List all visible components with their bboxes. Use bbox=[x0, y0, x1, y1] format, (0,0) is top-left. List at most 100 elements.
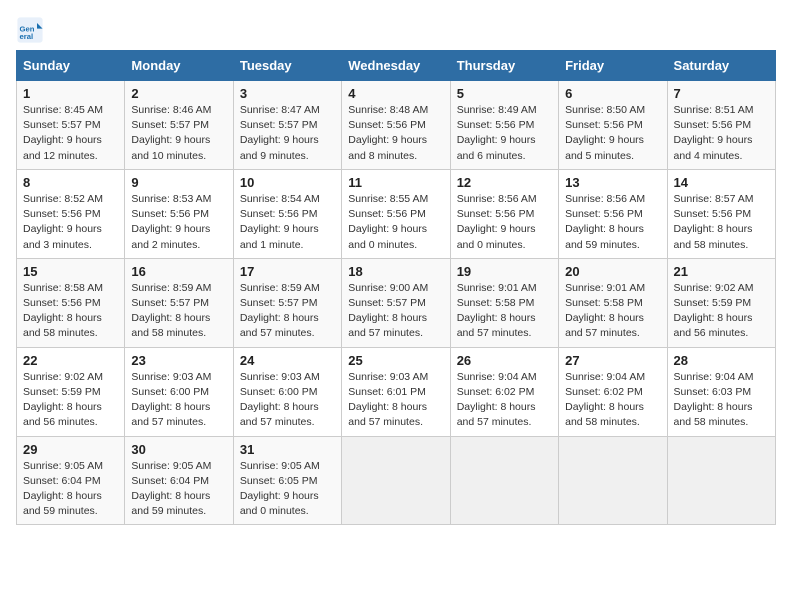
calendar-cell: 21 Sunrise: 9:02 AMSunset: 5:59 PMDaylig… bbox=[667, 258, 775, 347]
day-info: Sunrise: 8:54 AMSunset: 5:56 PMDaylight:… bbox=[240, 193, 320, 251]
calendar-week-3: 15 Sunrise: 8:58 AMSunset: 5:56 PMDaylig… bbox=[17, 258, 776, 347]
calendar-week-1: 1 Sunrise: 8:45 AMSunset: 5:57 PMDayligh… bbox=[17, 81, 776, 170]
calendar-cell: 18 Sunrise: 9:00 AMSunset: 5:57 PMDaylig… bbox=[342, 258, 450, 347]
day-info: Sunrise: 9:04 AMSunset: 6:02 PMDaylight:… bbox=[565, 371, 645, 429]
logo-icon: Gen eral bbox=[16, 16, 44, 44]
calendar-cell: 22 Sunrise: 9:02 AMSunset: 5:59 PMDaylig… bbox=[17, 347, 125, 436]
day-info: Sunrise: 9:04 AMSunset: 6:03 PMDaylight:… bbox=[674, 371, 754, 429]
calendar-cell: 14 Sunrise: 8:57 AMSunset: 5:56 PMDaylig… bbox=[667, 169, 775, 258]
calendar-cell: 4 Sunrise: 8:48 AMSunset: 5:56 PMDayligh… bbox=[342, 81, 450, 170]
weekday-header-saturday: Saturday bbox=[667, 51, 775, 81]
day-number: 31 bbox=[240, 442, 335, 457]
day-info: Sunrise: 8:57 AMSunset: 5:56 PMDaylight:… bbox=[674, 193, 754, 251]
day-info: Sunrise: 8:51 AMSunset: 5:56 PMDaylight:… bbox=[674, 104, 754, 162]
calendar-cell: 30 Sunrise: 9:05 AMSunset: 6:04 PMDaylig… bbox=[125, 436, 233, 525]
day-info: Sunrise: 8:52 AMSunset: 5:56 PMDaylight:… bbox=[23, 193, 103, 251]
calendar-week-2: 8 Sunrise: 8:52 AMSunset: 5:56 PMDayligh… bbox=[17, 169, 776, 258]
calendar-cell bbox=[667, 436, 775, 525]
calendar-cell: 5 Sunrise: 8:49 AMSunset: 5:56 PMDayligh… bbox=[450, 81, 558, 170]
calendar-cell: 7 Sunrise: 8:51 AMSunset: 5:56 PMDayligh… bbox=[667, 81, 775, 170]
day-number: 18 bbox=[348, 264, 443, 279]
calendar-cell: 28 Sunrise: 9:04 AMSunset: 6:03 PMDaylig… bbox=[667, 347, 775, 436]
day-info: Sunrise: 8:48 AMSunset: 5:56 PMDaylight:… bbox=[348, 104, 428, 162]
calendar-cell: 31 Sunrise: 9:05 AMSunset: 6:05 PMDaylig… bbox=[233, 436, 341, 525]
day-info: Sunrise: 9:05 AMSunset: 6:05 PMDaylight:… bbox=[240, 460, 320, 518]
day-number: 12 bbox=[457, 175, 552, 190]
day-number: 3 bbox=[240, 86, 335, 101]
day-number: 26 bbox=[457, 353, 552, 368]
day-info: Sunrise: 9:03 AMSunset: 6:00 PMDaylight:… bbox=[131, 371, 211, 429]
day-info: Sunrise: 8:58 AMSunset: 5:56 PMDaylight:… bbox=[23, 282, 103, 340]
day-number: 20 bbox=[565, 264, 660, 279]
calendar-cell: 12 Sunrise: 8:56 AMSunset: 5:56 PMDaylig… bbox=[450, 169, 558, 258]
day-number: 19 bbox=[457, 264, 552, 279]
calendar-cell: 3 Sunrise: 8:47 AMSunset: 5:57 PMDayligh… bbox=[233, 81, 341, 170]
day-info: Sunrise: 8:47 AMSunset: 5:57 PMDaylight:… bbox=[240, 104, 320, 162]
day-info: Sunrise: 9:02 AMSunset: 5:59 PMDaylight:… bbox=[674, 282, 754, 340]
day-info: Sunrise: 9:01 AMSunset: 5:58 PMDaylight:… bbox=[565, 282, 645, 340]
weekday-header-friday: Friday bbox=[559, 51, 667, 81]
calendar-cell: 25 Sunrise: 9:03 AMSunset: 6:01 PMDaylig… bbox=[342, 347, 450, 436]
day-number: 24 bbox=[240, 353, 335, 368]
calendar-cell bbox=[342, 436, 450, 525]
calendar-cell: 9 Sunrise: 8:53 AMSunset: 5:56 PMDayligh… bbox=[125, 169, 233, 258]
calendar-cell: 26 Sunrise: 9:04 AMSunset: 6:02 PMDaylig… bbox=[450, 347, 558, 436]
day-number: 25 bbox=[348, 353, 443, 368]
weekday-header-thursday: Thursday bbox=[450, 51, 558, 81]
calendar-header-row: SundayMondayTuesdayWednesdayThursdayFrid… bbox=[17, 51, 776, 81]
day-info: Sunrise: 9:05 AMSunset: 6:04 PMDaylight:… bbox=[131, 460, 211, 518]
day-number: 27 bbox=[565, 353, 660, 368]
calendar-cell: 11 Sunrise: 8:55 AMSunset: 5:56 PMDaylig… bbox=[342, 169, 450, 258]
day-number: 23 bbox=[131, 353, 226, 368]
day-number: 11 bbox=[348, 175, 443, 190]
day-number: 14 bbox=[674, 175, 769, 190]
calendar-cell: 17 Sunrise: 8:59 AMSunset: 5:57 PMDaylig… bbox=[233, 258, 341, 347]
calendar-cell: 13 Sunrise: 8:56 AMSunset: 5:56 PMDaylig… bbox=[559, 169, 667, 258]
weekday-header-wednesday: Wednesday bbox=[342, 51, 450, 81]
day-info: Sunrise: 8:59 AMSunset: 5:57 PMDaylight:… bbox=[131, 282, 211, 340]
day-info: Sunrise: 9:05 AMSunset: 6:04 PMDaylight:… bbox=[23, 460, 103, 518]
calendar-cell: 24 Sunrise: 9:03 AMSunset: 6:00 PMDaylig… bbox=[233, 347, 341, 436]
calendar-cell: 2 Sunrise: 8:46 AMSunset: 5:57 PMDayligh… bbox=[125, 81, 233, 170]
svg-text:eral: eral bbox=[20, 32, 34, 41]
calendar-week-4: 22 Sunrise: 9:02 AMSunset: 5:59 PMDaylig… bbox=[17, 347, 776, 436]
day-info: Sunrise: 8:49 AMSunset: 5:56 PMDaylight:… bbox=[457, 104, 537, 162]
day-number: 1 bbox=[23, 86, 118, 101]
day-number: 8 bbox=[23, 175, 118, 190]
weekday-header-monday: Monday bbox=[125, 51, 233, 81]
day-info: Sunrise: 8:59 AMSunset: 5:57 PMDaylight:… bbox=[240, 282, 320, 340]
day-info: Sunrise: 9:03 AMSunset: 6:00 PMDaylight:… bbox=[240, 371, 320, 429]
calendar-cell: 23 Sunrise: 9:03 AMSunset: 6:00 PMDaylig… bbox=[125, 347, 233, 436]
calendar-cell: 15 Sunrise: 8:58 AMSunset: 5:56 PMDaylig… bbox=[17, 258, 125, 347]
calendar-cell: 10 Sunrise: 8:54 AMSunset: 5:56 PMDaylig… bbox=[233, 169, 341, 258]
day-number: 2 bbox=[131, 86, 226, 101]
day-number: 21 bbox=[674, 264, 769, 279]
calendar-cell: 6 Sunrise: 8:50 AMSunset: 5:56 PMDayligh… bbox=[559, 81, 667, 170]
day-info: Sunrise: 9:00 AMSunset: 5:57 PMDaylight:… bbox=[348, 282, 428, 340]
day-number: 6 bbox=[565, 86, 660, 101]
day-number: 17 bbox=[240, 264, 335, 279]
page-header: Gen eral bbox=[16, 16, 776, 44]
day-number: 15 bbox=[23, 264, 118, 279]
day-info: Sunrise: 8:56 AMSunset: 5:56 PMDaylight:… bbox=[565, 193, 645, 251]
weekday-header-tuesday: Tuesday bbox=[233, 51, 341, 81]
day-info: Sunrise: 9:02 AMSunset: 5:59 PMDaylight:… bbox=[23, 371, 103, 429]
day-number: 28 bbox=[674, 353, 769, 368]
day-number: 4 bbox=[348, 86, 443, 101]
calendar-cell: 27 Sunrise: 9:04 AMSunset: 6:02 PMDaylig… bbox=[559, 347, 667, 436]
day-number: 10 bbox=[240, 175, 335, 190]
day-number: 9 bbox=[131, 175, 226, 190]
day-info: Sunrise: 8:53 AMSunset: 5:56 PMDaylight:… bbox=[131, 193, 211, 251]
day-info: Sunrise: 8:45 AMSunset: 5:57 PMDaylight:… bbox=[23, 104, 103, 162]
calendar-table: SundayMondayTuesdayWednesdayThursdayFrid… bbox=[16, 50, 776, 525]
calendar-cell bbox=[559, 436, 667, 525]
day-info: Sunrise: 8:55 AMSunset: 5:56 PMDaylight:… bbox=[348, 193, 428, 251]
day-number: 29 bbox=[23, 442, 118, 457]
calendar-cell: 16 Sunrise: 8:59 AMSunset: 5:57 PMDaylig… bbox=[125, 258, 233, 347]
weekday-header-sunday: Sunday bbox=[17, 51, 125, 81]
calendar-cell: 8 Sunrise: 8:52 AMSunset: 5:56 PMDayligh… bbox=[17, 169, 125, 258]
day-number: 22 bbox=[23, 353, 118, 368]
day-info: Sunrise: 8:46 AMSunset: 5:57 PMDaylight:… bbox=[131, 104, 211, 162]
calendar-week-5: 29 Sunrise: 9:05 AMSunset: 6:04 PMDaylig… bbox=[17, 436, 776, 525]
calendar-cell: 1 Sunrise: 8:45 AMSunset: 5:57 PMDayligh… bbox=[17, 81, 125, 170]
